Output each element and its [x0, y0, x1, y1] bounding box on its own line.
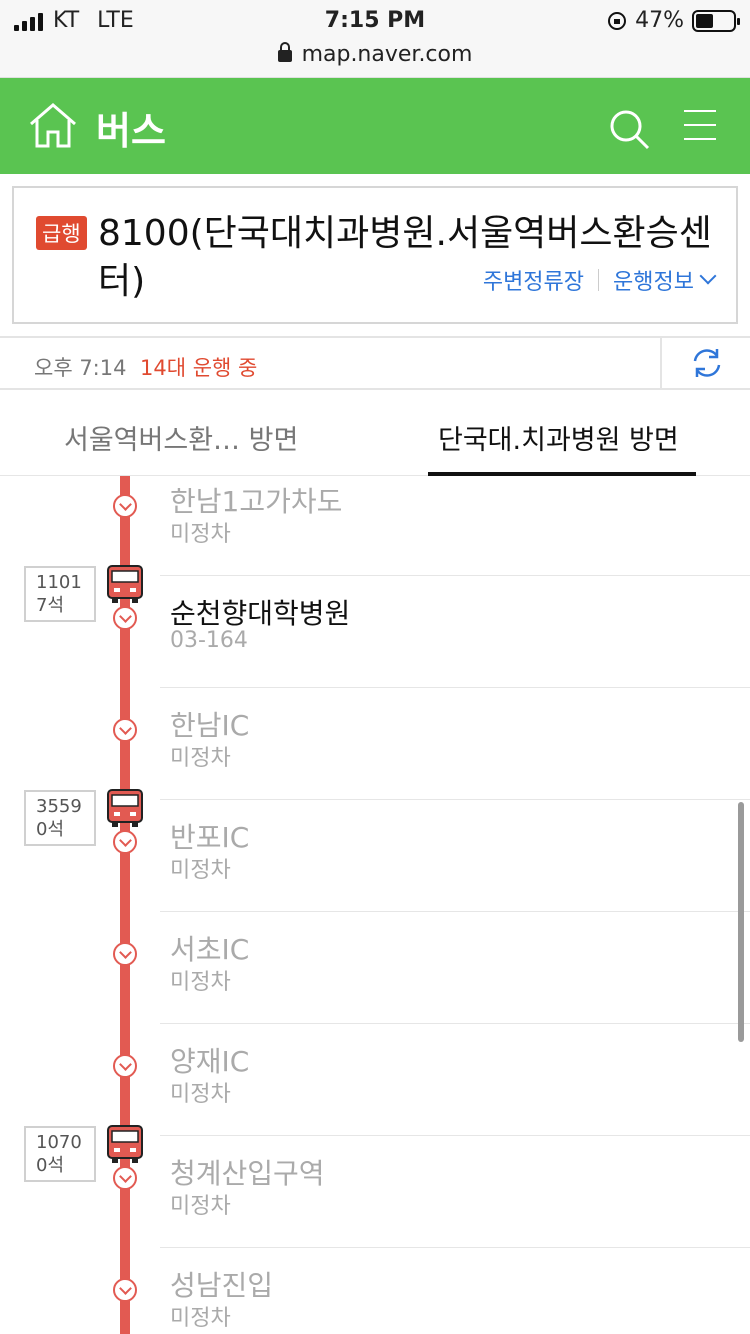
- stop-sub: 미정차: [170, 1306, 231, 1331]
- refresh-button[interactable]: [660, 338, 750, 388]
- stop-sub: 미정차: [170, 1082, 231, 1107]
- bus-label: 1070 0석: [24, 1126, 96, 1182]
- url-text: map.naver.com: [301, 42, 473, 67]
- stop-node-icon: [113, 942, 137, 966]
- bus-number: 3559: [36, 796, 82, 817]
- bus-seats: 7석: [36, 595, 65, 616]
- bus-label: 1101 7석: [24, 566, 96, 622]
- stop-name: 서초IC: [170, 933, 250, 966]
- home-icon[interactable]: [28, 102, 78, 148]
- list-item[interactable]: 서초IC 미정차: [160, 912, 750, 1024]
- stop-sub: 미정차: [170, 522, 231, 547]
- scrollbar[interactable]: [738, 802, 744, 1042]
- bus-icon[interactable]: [106, 1124, 144, 1164]
- stop-list: 한남1고가차도 미정차 순천향대학병원 03-164 한남IC 미정차 반포IC…: [0, 476, 750, 1334]
- menu-icon[interactable]: [684, 110, 716, 140]
- page-title: 버스: [96, 109, 166, 153]
- list-item[interactable]: 청계산입구역 미정차: [160, 1136, 750, 1248]
- list-item[interactable]: 한남IC 미정차: [160, 688, 750, 800]
- stop-name: 순천향대학병원: [170, 597, 351, 630]
- stop-sub: 미정차: [170, 1194, 231, 1219]
- list-item[interactable]: 순천향대학병원 03-164: [160, 576, 750, 688]
- route-card: 급행 8100(단국대치과병원.서울역버스환승센터) 주변정류장 운행정보: [12, 186, 738, 324]
- tab-dankook[interactable]: 단국대.치과병원 방면: [438, 418, 679, 457]
- bus-icon[interactable]: [106, 788, 144, 828]
- stop-name: 반포IC: [170, 821, 250, 854]
- info-bar: 오후 7:14 14대 운행 중: [0, 336, 750, 390]
- list-item[interactable]: 반포IC 미정차: [160, 800, 750, 912]
- stop-node-icon: [113, 1166, 137, 1190]
- status-bar: KT LTE 7:15 PM 47%: [0, 0, 750, 42]
- list-item[interactable]: 한남1고가차도 미정차: [160, 476, 750, 576]
- list-item[interactable]: 성남진입 미정차: [160, 1248, 750, 1334]
- bus-icon[interactable]: [106, 564, 144, 604]
- route-line: [120, 476, 130, 1334]
- stop-node-icon: [113, 830, 137, 854]
- operation-info-link[interactable]: 운행정보: [613, 264, 694, 296]
- route-links: 주변정류장 운행정보: [483, 264, 717, 296]
- stop-name: 양재IC: [170, 1045, 250, 1078]
- bus-label: 3559 0석: [24, 790, 96, 846]
- battery-percent: 47%: [635, 8, 684, 33]
- stop-sub: 미정차: [170, 858, 231, 883]
- tab-seoul-station[interactable]: 서울역버스환… 방면: [64, 418, 298, 457]
- express-badge: 급행: [36, 216, 87, 250]
- stop-node-icon: [113, 494, 137, 518]
- chevron-down-icon[interactable]: [699, 267, 717, 285]
- stop-name: 한남1고가차도: [170, 485, 343, 518]
- stop-name: 한남IC: [170, 709, 250, 742]
- running-count: 14대 운행 중: [140, 356, 258, 380]
- stop-node-icon: [113, 606, 137, 630]
- lock-icon: [277, 42, 292, 62]
- rotation-lock-icon: [608, 11, 627, 30]
- direction-tabs: 서울역버스환… 방면 단국대.치과병원 방면: [0, 390, 750, 476]
- battery-icon: [692, 9, 740, 32]
- stop-node-icon: [113, 718, 137, 742]
- list-item[interactable]: 양재IC 미정차: [160, 1024, 750, 1136]
- stop-name: 청계산입구역: [170, 1157, 325, 1190]
- link-divider: [598, 269, 600, 291]
- search-icon[interactable]: [608, 108, 652, 152]
- stop-name: 성남진입: [170, 1269, 274, 1302]
- bus-seats: 0석: [36, 819, 65, 840]
- stop-sub: 미정차: [170, 746, 231, 771]
- refresh-icon: [693, 349, 721, 377]
- nearby-stops-link[interactable]: 주변정류장: [483, 264, 584, 296]
- status-right: 47%: [607, 8, 740, 33]
- app-header: 버스: [0, 78, 750, 174]
- stop-node-icon: [113, 1278, 137, 1302]
- bus-seats: 0석: [36, 1155, 65, 1176]
- stop-node-icon: [113, 1054, 137, 1078]
- bus-number: 1101: [36, 572, 82, 593]
- stop-sub: 미정차: [170, 970, 231, 995]
- url-bar[interactable]: map.naver.com: [0, 42, 750, 78]
- stop-sub: 03-164: [170, 628, 248, 653]
- update-time: 오후 7:14: [34, 356, 127, 380]
- bus-number: 1070: [36, 1132, 82, 1153]
